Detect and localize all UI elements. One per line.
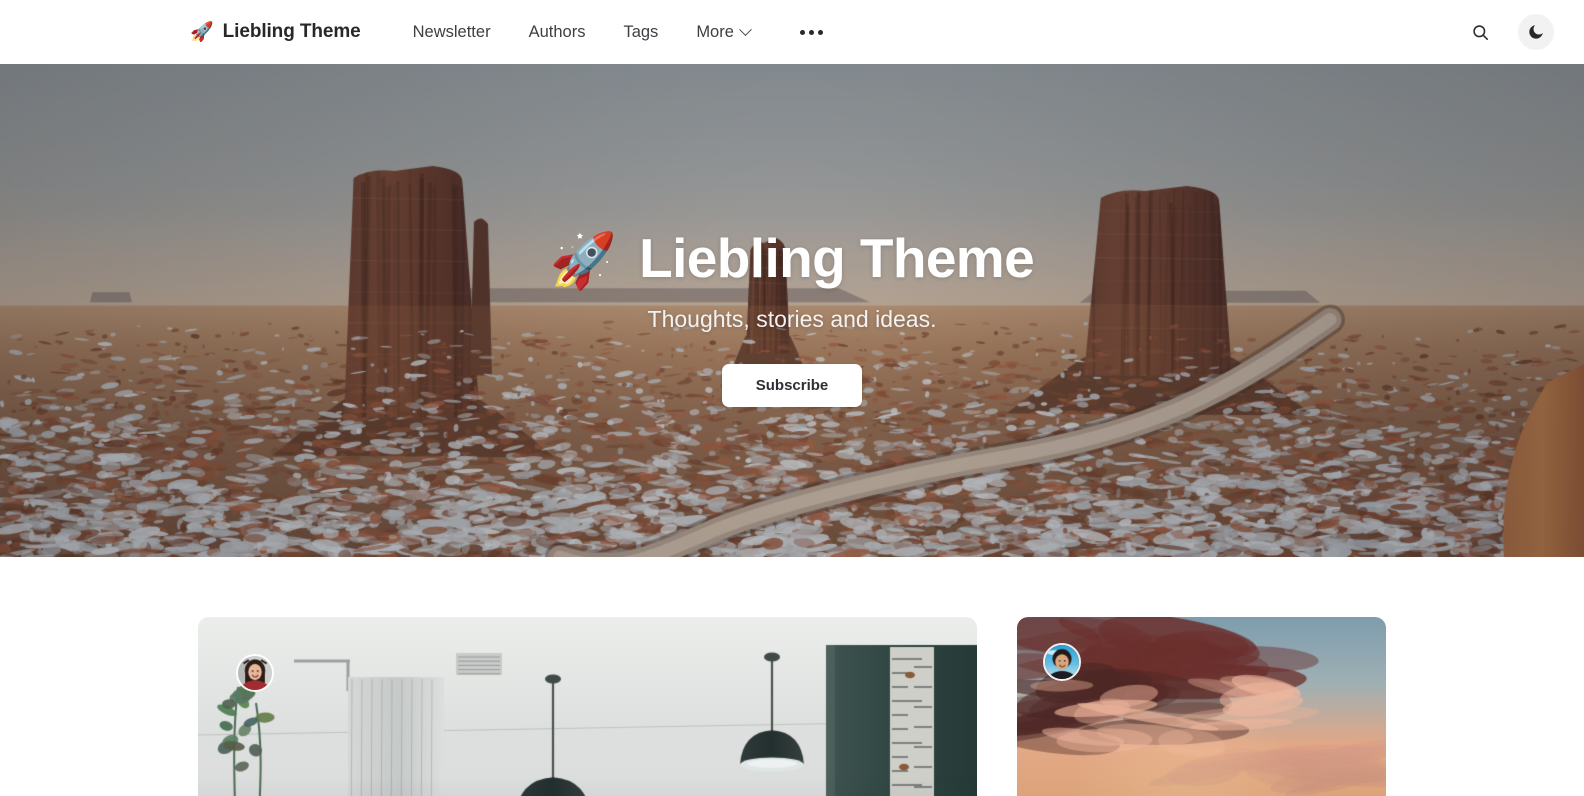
nav-link-newsletter[interactable]: Newsletter: [394, 23, 510, 42]
ellipsis-icon-dot-1: [799, 29, 805, 35]
author-avatar[interactable]: [1043, 643, 1081, 681]
site-logo-link[interactable]: 🚀 Liebling Theme: [190, 21, 361, 43]
avatar-image: [238, 656, 272, 690]
nav-link-tags[interactable]: Tags: [604, 23, 677, 42]
post-card-featured[interactable]: Technology Make Myspace Your Best Design…: [198, 617, 977, 796]
nav-label-tags: Tags: [623, 22, 659, 41]
navbar-actions: [1462, 14, 1554, 50]
post-image-gradient: [1017, 750, 1386, 796]
nav-label-more: More: [696, 22, 734, 41]
author-avatar[interactable]: [236, 654, 274, 692]
navbar-container: 🚀 Liebling Theme Newsletter Authors Tags…: [0, 0, 1584, 64]
post-cover-image: [198, 617, 977, 796]
avatar-image: [1045, 645, 1079, 679]
nav-item-authors[interactable]: Authors: [510, 23, 605, 42]
overflow-menu-button[interactable]: [781, 29, 842, 35]
nav-label-newsletter: Newsletter: [412, 22, 491, 41]
nav-item-more[interactable]: More: [677, 23, 769, 42]
primary-navigation: Newsletter Authors Tags More: [361, 23, 769, 42]
nav-label-authors: Authors: [528, 22, 586, 41]
post-grid: Technology Make Myspace Your Best Design…: [198, 617, 1386, 796]
hero-content: 🚀 Liebling Theme Thoughts, stories and i…: [0, 64, 1584, 557]
moon-icon: [1529, 25, 1543, 39]
ellipsis-icon-dot-3: [817, 29, 823, 35]
post-image-gradient: [198, 776, 977, 796]
nav-list: Newsletter Authors Tags More: [394, 23, 769, 42]
nav-item-newsletter[interactable]: Newsletter: [394, 23, 510, 42]
subscribe-button[interactable]: Subscribe: [721, 363, 863, 407]
post-card-secondary[interactable]: [1017, 617, 1386, 796]
rocket-icon: 🚀: [190, 21, 214, 43]
site-header: 🚀 Liebling Theme Newsletter Authors Tags…: [0, 0, 1584, 64]
chevron-down-icon: [739, 22, 752, 36]
nav-item-tags[interactable]: Tags: [604, 23, 677, 42]
search-button[interactable]: [1462, 14, 1498, 50]
search-icon: [1472, 24, 1488, 40]
nav-link-authors[interactable]: Authors: [510, 23, 605, 42]
post-feed: Technology Make Myspace Your Best Design…: [0, 557, 1584, 796]
rocket-icon: 🚀: [549, 230, 618, 291]
hero-banner: 🚀 Liebling Theme Thoughts, stories and i…: [0, 64, 1584, 557]
site-title: Liebling Theme: [222, 21, 361, 42]
dark-mode-toggle[interactable]: [1518, 14, 1554, 50]
ellipsis-icon-dot-2: [808, 29, 814, 35]
hero-subtitle: Thoughts, stories and ideas.: [647, 305, 937, 332]
nav-link-more[interactable]: More: [677, 23, 769, 42]
hero-title: Liebling Theme: [639, 227, 1035, 289]
hero-title-row: 🚀 Liebling Theme: [549, 227, 1035, 291]
